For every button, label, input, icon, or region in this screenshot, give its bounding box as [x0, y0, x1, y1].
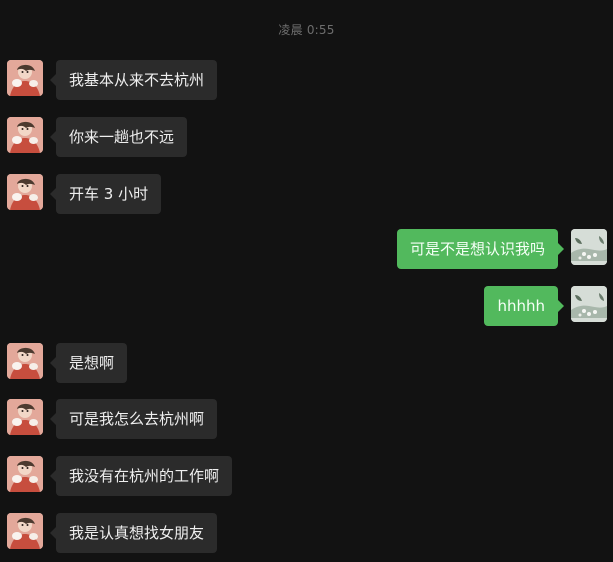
avatar-icon[interactable] [571, 229, 607, 265]
avatar-icon[interactable] [7, 513, 43, 549]
message-bubble[interactable]: 可是我怎么去杭州啊 [49, 399, 218, 439]
message-bubble[interactable]: 你来一趟也不远 [49, 117, 188, 157]
timestamp: 凌晨 0:55 [278, 23, 335, 37]
message-bubble[interactable]: 可是不是想认识我吗 [396, 229, 565, 269]
message-row: 我基本从来不去杭州 [7, 60, 227, 100]
avatar-icon[interactable] [571, 286, 607, 322]
message-row: 可是我怎么去杭州啊 [7, 399, 227, 439]
message-row: 你来一趟也不远 [7, 117, 197, 157]
avatar-icon[interactable] [7, 399, 43, 435]
avatar-icon[interactable] [7, 456, 43, 492]
message-row: 是想啊 [7, 343, 137, 383]
avatar-icon[interactable] [7, 60, 43, 96]
message-bubble[interactable]: hhhhh [484, 286, 564, 326]
avatar-icon[interactable] [7, 174, 43, 210]
message-row: hhhhh [484, 286, 607, 326]
message-bubble[interactable]: 我基本从来不去杭州 [49, 60, 218, 100]
message-row: 可是不是想认识我吗 [382, 229, 607, 269]
message-bubble[interactable]: 我没有在杭州的工作啊 [49, 456, 233, 496]
message-bubble[interactable]: 我是认真想找女朋友 [49, 513, 218, 553]
message-row: 开车 3 小时 [7, 174, 167, 214]
message-row: 我没有在杭州的工作啊 [7, 456, 237, 496]
message-bubble[interactable]: 是想啊 [49, 343, 128, 383]
message-bubble[interactable]: 开车 3 小时 [49, 174, 162, 214]
avatar-icon[interactable] [7, 343, 43, 379]
message-row: 我是认真想找女朋友 [7, 513, 227, 553]
chat-screen: 凌晨 0:55 我基本从来不去杭州 你来一趟也不远 开车 3 小时 可是不是想认… [0, 0, 613, 562]
avatar-icon[interactable] [7, 117, 43, 153]
